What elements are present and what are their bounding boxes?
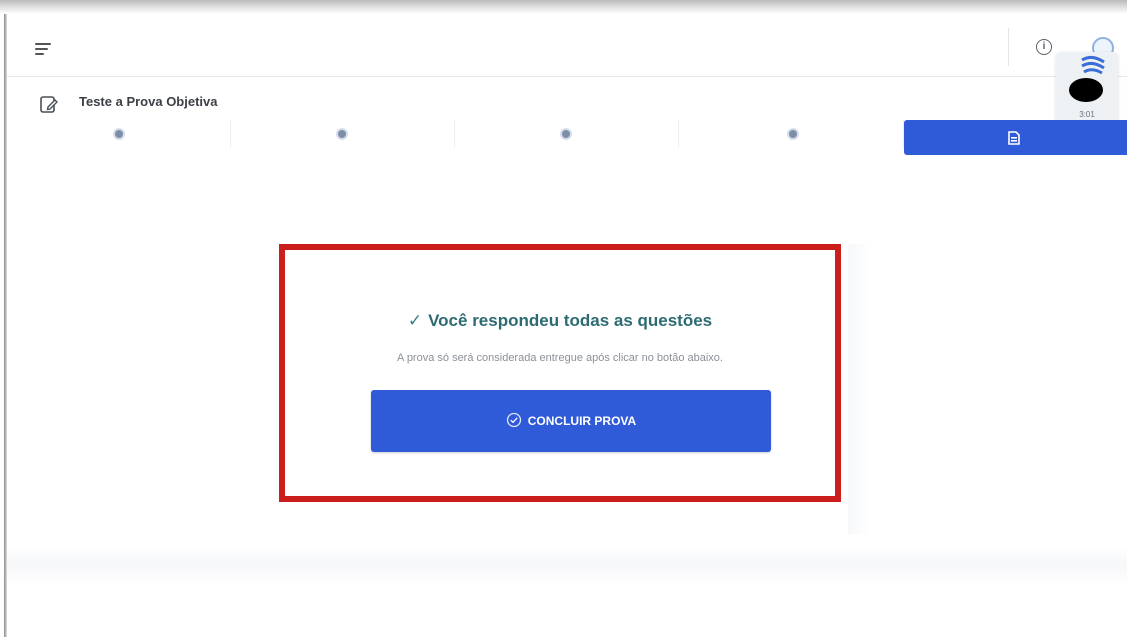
panel-shadow — [848, 244, 870, 534]
question-tab-4[interactable] — [679, 120, 904, 148]
question-tab-3[interactable] — [455, 120, 679, 148]
completion-subtitle: A prova só será considerada entregue apó… — [397, 352, 723, 364]
edit-document-icon — [40, 96, 58, 113]
conclude-exam-button-content: CONCLUIR PROVA — [371, 412, 771, 428]
completion-panel: ✓ Você respondeu todas as questões A prov… — [279, 244, 841, 502]
question-tab-1[interactable] — [10, 120, 231, 148]
webcam-stripes-icon — [1081, 55, 1105, 75]
answered-dot-icon — [789, 130, 797, 138]
conclude-exam-label: CONCLUIR PROVA — [527, 414, 637, 428]
top-bar: i — [7, 18, 1127, 77]
menu-icon[interactable] — [35, 43, 51, 55]
window-left-edge — [4, 14, 7, 637]
conclude-exam-button[interactable]: CONCLUIR PROVA — [371, 390, 771, 452]
answered-dot-icon — [115, 130, 123, 138]
completion-title: ✓ Você respondeu todas as questões — [285, 311, 835, 331]
window-top-shadow — [0, 0, 1127, 14]
topbar-divider — [1008, 28, 1009, 66]
document-icon — [1008, 131, 1020, 145]
completion-title-text: Você respondeu todas as questões — [428, 311, 713, 330]
question-tab-2[interactable] — [231, 120, 455, 148]
info-icon[interactable]: i — [1036, 39, 1052, 55]
answered-dot-icon — [562, 130, 570, 138]
page-bottom-band — [7, 545, 1127, 585]
check-circle-icon — [506, 412, 521, 428]
webcam-timer: 3:01 — [1079, 110, 1095, 119]
question-navigation — [10, 120, 1127, 156]
finish-tab[interactable] — [904, 120, 1127, 155]
exam-title: Teste a Prova Objetiva — [79, 94, 218, 109]
answered-dot-icon — [338, 130, 346, 138]
webcam-preview: 3:01 — [1056, 52, 1118, 128]
check-icon: ✓ — [407, 311, 423, 330]
webcam-obscured-face — [1069, 78, 1103, 102]
